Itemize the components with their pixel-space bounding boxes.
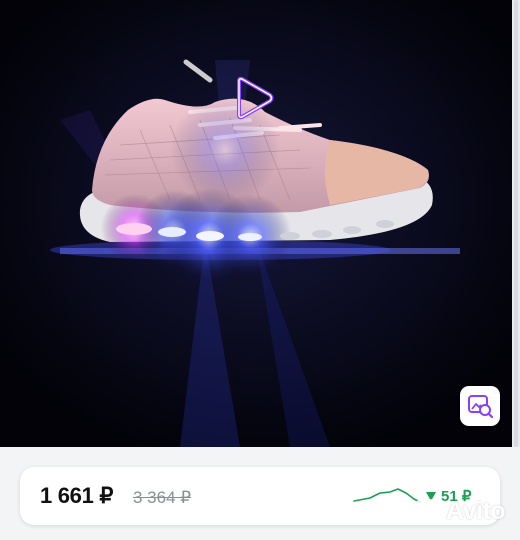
sneaker-image: [0, 0, 512, 447]
scrollbar[interactable]: [512, 0, 520, 447]
listing-photo[interactable]: [0, 0, 512, 447]
avito-watermark: Avito: [412, 496, 506, 526]
avito-logo-icon: [416, 499, 439, 522]
scrollbar-thumb[interactable]: [514, 0, 518, 447]
current-price: 1 661 ₽: [40, 483, 114, 508]
watermark-brand: Avito: [446, 496, 506, 525]
image-search-button[interactable]: [460, 386, 500, 426]
image-search-icon: [468, 395, 494, 419]
old-price: 3 364 ₽: [133, 488, 192, 507]
play-icon: [237, 76, 274, 120]
play-video-button[interactable]: [232, 76, 276, 120]
